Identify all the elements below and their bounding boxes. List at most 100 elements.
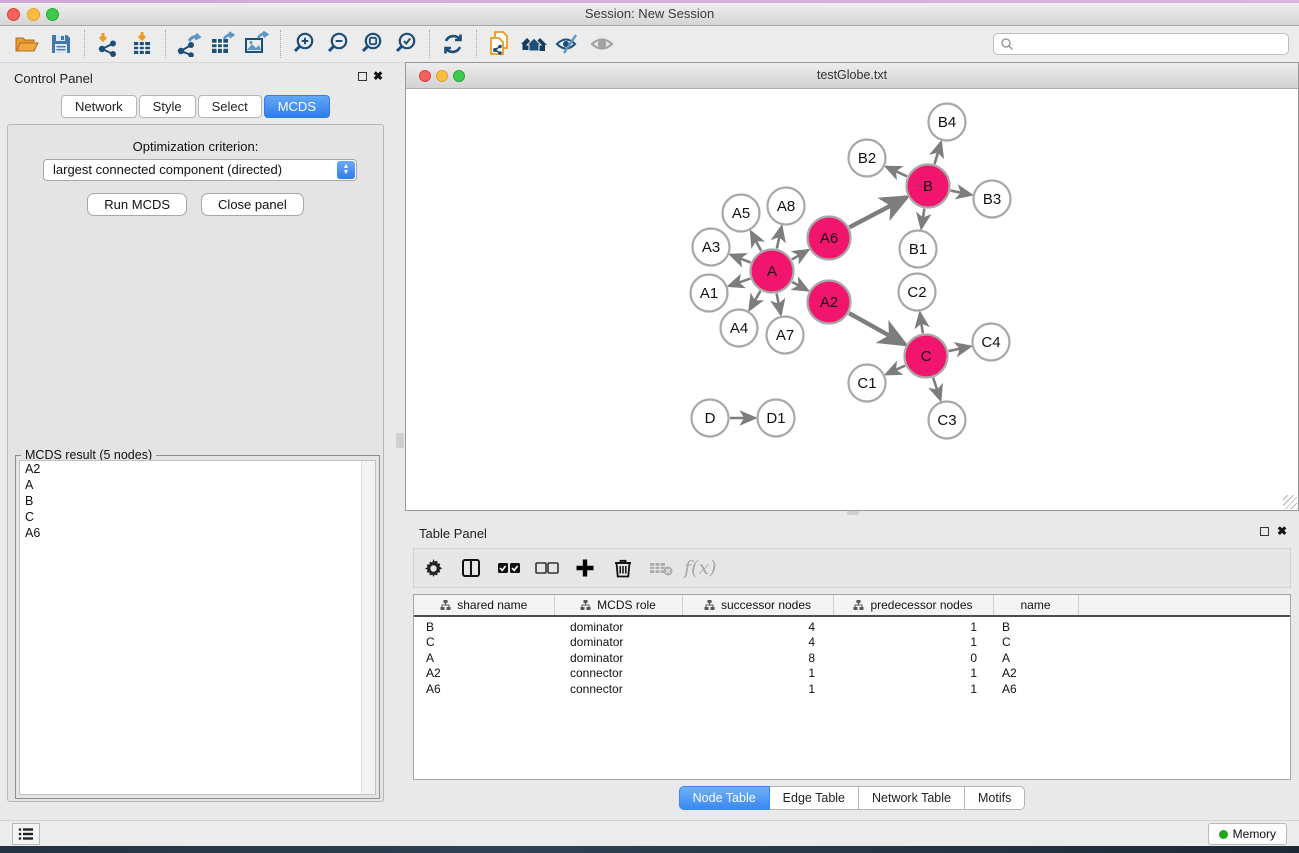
table-cell[interactable]: dominator (554, 650, 682, 666)
column-header-predecessor-nodes[interactable]: predecessor nodes (833, 595, 993, 616)
edge-B-B2[interactable] (886, 167, 907, 177)
column-layout-button[interactable] (452, 558, 490, 578)
delete-table-button[interactable] (642, 560, 680, 576)
column-header-name[interactable]: name (993, 595, 1078, 616)
edge-A6-B[interactable] (849, 197, 906, 227)
table-cell[interactable]: dominator (554, 634, 682, 650)
close-panel-icon[interactable]: ✖ (373, 69, 383, 83)
zoom-fit-button[interactable] (355, 29, 389, 59)
edge-A-A2[interactable] (792, 282, 808, 291)
minimize-network-window-button[interactable] (436, 70, 448, 82)
zoom-network-window-button[interactable] (453, 70, 465, 82)
node-A1[interactable]: A1 (691, 275, 728, 312)
home-button[interactable] (517, 29, 551, 59)
node-table[interactable]: shared nameMCDS rolesuccessor nodesprede… (413, 594, 1291, 780)
zoom-selected-button[interactable] (389, 29, 423, 59)
table-cell[interactable]: 8 (682, 650, 833, 666)
node-B2[interactable]: B2 (849, 140, 886, 177)
node-B1[interactable]: B1 (900, 231, 937, 268)
edge-A-A4[interactable] (750, 291, 761, 310)
close-network-window-button[interactable] (419, 70, 431, 82)
edge-A-A6[interactable] (792, 250, 808, 259)
mcds-result-list[interactable]: A2ABCA6 (19, 460, 376, 795)
table-row[interactable]: Bdominator41B (414, 616, 1290, 634)
edge-C-C3[interactable] (933, 378, 940, 400)
node-C1[interactable]: C1 (849, 365, 886, 402)
deselect-all-button[interactable] (528, 562, 566, 574)
node-A8[interactable]: A8 (768, 188, 805, 225)
table-cell[interactable]: A6 (414, 681, 554, 697)
close-window-button[interactable] (7, 8, 20, 21)
table-cell[interactable]: A2 (993, 666, 1078, 682)
function-builder-button[interactable]: f(x) (684, 557, 717, 579)
table-cell[interactable]: 1 (682, 666, 833, 682)
column-header-successor-nodes[interactable]: successor nodes (682, 595, 833, 616)
tab-mcds[interactable]: MCDS (264, 95, 330, 118)
node-C3[interactable]: C3 (929, 402, 966, 439)
node-C[interactable]: C (905, 335, 948, 378)
refresh-button[interactable] (436, 29, 470, 59)
table-cell[interactable] (1078, 634, 1290, 650)
result-item[interactable]: C (20, 509, 375, 525)
result-item[interactable]: A2 (20, 461, 375, 477)
select-all-button[interactable] (490, 562, 528, 574)
node-A7[interactable]: A7 (767, 317, 804, 354)
table-cell[interactable]: B (993, 616, 1078, 634)
close-panel-icon[interactable]: ✖ (1277, 524, 1287, 538)
node-C2[interactable]: C2 (899, 274, 936, 311)
window-titlebar[interactable]: Session: New Session (0, 3, 1299, 26)
table-row[interactable]: A6connector11A6 (414, 681, 1290, 697)
table-cell[interactable]: C (993, 634, 1078, 650)
table-cell[interactable]: A6 (993, 681, 1078, 697)
run-mcds-button[interactable]: Run MCDS (87, 193, 187, 216)
table-cell[interactable]: A (414, 650, 554, 666)
network-graph[interactable]: B4B2BB3A8A5A6A3B1AC2A1A2A4A7C4CC1DD1C3 (406, 90, 1298, 510)
table-cell[interactable]: A2 (414, 666, 554, 682)
table-cell[interactable]: 1 (833, 616, 993, 634)
task-history-button[interactable] (12, 823, 40, 845)
export-table-button[interactable] (206, 29, 240, 59)
tab-node-table[interactable]: Node Table (679, 786, 770, 810)
export-image-button[interactable] (240, 29, 274, 59)
edge-B-B3[interactable] (951, 191, 972, 195)
settings-gear-button[interactable] (414, 559, 452, 578)
table-cell[interactable]: 1 (833, 681, 993, 697)
float-panel-icon[interactable] (358, 72, 367, 81)
table-cell[interactable]: 1 (833, 634, 993, 650)
search-input[interactable] (1014, 37, 1282, 51)
hide-panels-button[interactable] (551, 29, 585, 59)
minimize-window-button[interactable] (27, 8, 40, 21)
criterion-dropdown[interactable]: largest connected component (directed) ▲… (43, 159, 357, 181)
table-row[interactable]: Cdominator41C (414, 634, 1290, 650)
node-D[interactable]: D (692, 400, 729, 437)
tab-edge-table[interactable]: Edge Table (770, 786, 859, 810)
edge-A-A3[interactable] (731, 255, 751, 263)
table-cell[interactable] (1078, 616, 1290, 634)
network-canvas[interactable]: B4B2BB3A8A5A6A3B1AC2A1A2A4A7C4CC1DD1C3 (406, 90, 1298, 510)
node-A4[interactable]: A4 (721, 310, 758, 347)
tab-motifs[interactable]: Motifs (965, 786, 1025, 810)
result-item[interactable]: A6 (20, 525, 375, 541)
table-cell[interactable]: 4 (682, 634, 833, 650)
node-A5[interactable]: A5 (723, 195, 760, 232)
table-cell[interactable] (1078, 650, 1290, 666)
vertical-splitter-grip[interactable] (396, 433, 404, 448)
node-A[interactable]: A (751, 250, 794, 293)
network-window-titlebar[interactable]: testGlobe.txt (406, 63, 1298, 89)
node-B4[interactable]: B4 (929, 104, 966, 141)
table-cell[interactable]: 1 (833, 666, 993, 682)
result-item[interactable]: B (20, 493, 375, 509)
edge-B-B1[interactable] (921, 209, 924, 229)
network-view-window[interactable]: testGlobe.txt B4B2BB3A8A5A6A3B1AC2A1A2A4… (405, 62, 1299, 511)
table-cell[interactable]: 4 (682, 616, 833, 634)
open-file-button[interactable] (10, 29, 44, 59)
table-cell[interactable]: C (414, 634, 554, 650)
import-network-button[interactable] (91, 29, 125, 59)
memory-button[interactable]: Memory (1208, 823, 1287, 845)
edge-C-C4[interactable] (948, 346, 970, 351)
result-item[interactable]: A (20, 477, 375, 493)
table-cell[interactable]: A (993, 650, 1078, 666)
delete-column-button[interactable] (604, 558, 642, 578)
node-D1[interactable]: D1 (758, 400, 795, 437)
edge-A-A1[interactable] (729, 279, 750, 286)
